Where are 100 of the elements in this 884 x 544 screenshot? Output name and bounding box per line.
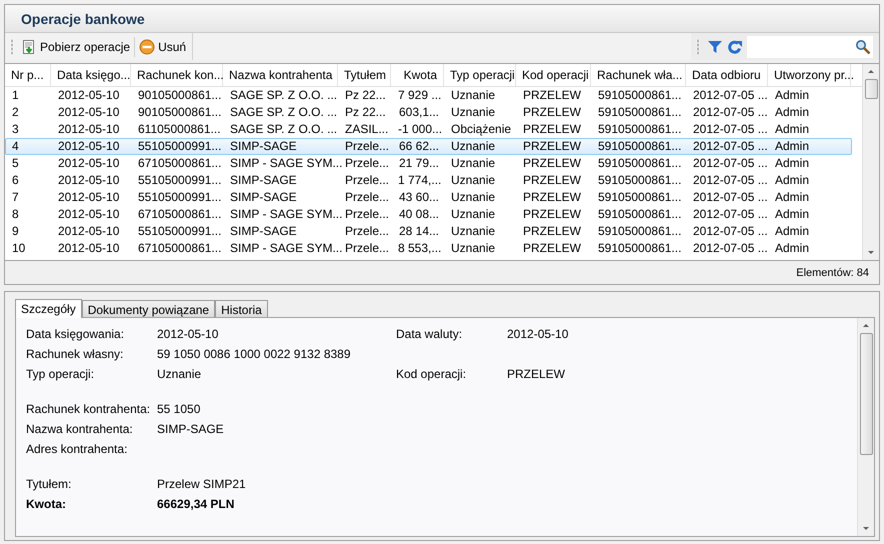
vertical-scrollbar[interactable] [857,318,874,536]
table-cell-text: 9 [11,224,20,239]
table-cell-text: 90105000861... [137,105,222,120]
field-value: 66629,34 PLN [157,497,234,511]
table-row[interactable]: 3 2012-05-10 61105000861... SAGE SP. Z O.O. ... ZASIL... -1 000... Obciążenie PRZELEW 59105000861... 2012-07-05 ... Admin [5,121,852,138]
column-header[interactable]: Rachunek kon... [131,64,223,86]
column-header[interactable]: Typ operacji [444,64,516,86]
table-cell-text: PRZELEW [522,224,582,239]
table-cell-text: Przele... [344,173,390,188]
tab[interactable]: Dokumenty powiązane [82,300,216,317]
table-cell-text: 2012-05-10 [57,88,120,103]
field-value: SIMP-SAGE [157,422,224,436]
search-field[interactable] [747,36,873,58]
field-label: Kwota: [26,497,67,511]
table-cell-text: Admin [774,207,810,222]
column-header[interactable]: Rachunek wła... [591,64,686,86]
table-cell-text: SIMP-SAGE [229,190,298,205]
minus-circle-icon [139,38,156,54]
table-row[interactable]: 7 2012-05-10 55105000991... SIMP-SAGE Przele... 43 60... Uznanie PRZELEW 59105000861... 2012-07-05 ... Admin [5,189,852,206]
selected-row-highlight[interactable]: 4 2012-05-10 55105000991... SIMP-SAGE Przele... 66 62... Uznanie PRZELEW 59105000861... 2012-07-05 ... Admin [5,138,852,155]
table-cell-text: Przele... [344,190,390,205]
delete-button[interactable]: Usuń [135,36,190,56]
vertical-scrollbar[interactable] [862,64,879,260]
table-cell-text: 55105000991... [137,224,222,239]
table-cell-text: SAGE SP. Z O.O. ... [229,122,338,137]
table-cell-text: 90105000861... [137,88,222,103]
table-cell-text: 59105000861... [597,122,682,137]
table-cell-text: 67105000861... [137,156,222,171]
field-value: Uznanie [157,367,202,381]
column-header[interactable]: Tytułem [338,64,391,86]
refresh-icon[interactable] [727,38,743,54]
table-row[interactable]: 8 2012-05-10 67105000861... SIMP - SAGE SYM... Przele... 40 08... Uznanie PRZELEW 59105000861... 2012-07-05 ... Admin [5,206,852,223]
table-cell-text: Uznanie [450,105,496,120]
table-cell-text: Pz 22... [344,88,387,103]
table-cell-text: Admin [774,88,810,103]
table-row[interactable]: 1 2012-05-10 90105000861... SAGE SP. Z O.O. ... Pz 22... 7 929 ... Uznanie PRZELEW 59105000861... 2012-07-05 ... Admin [5,87,852,104]
table-cell-text: 21 79... [398,156,440,171]
table-cell-text: 2012-07-05 ... [692,173,769,188]
field-value: PRZELEW [507,367,566,381]
table-row[interactable]: 10 2012-05-10 67105000861... SIMP - SAGE SYM... Przele... 8 553,... Uznanie PRZELEW 59105000861... 2012-07-05 ... Admin [5,240,852,257]
table-cell-text: PRZELEW [522,173,582,188]
table-cell-text: Admin [774,139,810,154]
tab[interactable]: Szczegóły [15,299,82,318]
table-row[interactable]: 5 2012-05-10 67105000861... SIMP - SAGE SYM... Przele... 21 79... Uznanie PRZELEW 59105000861... 2012-07-05 ... Admin [5,155,852,172]
table-cell-text: 2012-05-10 [57,139,120,154]
table-cell-text: Uznanie [450,241,496,256]
column-header[interactable]: Nazwa kontrahenta [223,64,338,86]
field-label: Rachunek kontrahenta: [26,402,152,416]
table-cell-text: SAGE SP. Z O.O. ... [229,105,338,120]
field-value: 2012-05-10 [507,327,568,341]
column-header[interactable]: Nr p... [5,64,51,86]
field-label: Tytułem: [26,477,72,491]
table-cell-text: Admin [774,241,810,256]
table-cell-text: Admin [774,122,810,137]
window-title: Operacje bankowe [21,10,145,26]
table-cell-text: 40 08... [398,207,440,222]
search-icon[interactable] [855,38,871,54]
table-cell-text: 61105000861... [137,122,222,137]
table-cell-text: 6 [11,173,20,188]
table-cell-text: SIMP-SAGE [229,139,298,154]
table-cell-text: 59105000861... [597,88,682,103]
table-row[interactable]: 6 2012-05-10 55105000991... SIMP-SAGE Przele... 1 774,... Uznanie PRZELEW 59105000861... 2012-07-05 ... Admin [5,172,852,189]
table-row[interactable]: 9 2012-05-10 55105000991... SIMP-SAGE Przele... 28 14... Uznanie PRZELEW 59105000861... 2012-07-05 ... Admin [5,223,852,240]
table-cell-text: 2012-05-10 [57,105,120,120]
column-header[interactable]: Data odbioru [686,64,768,86]
table-cell-text: Przele... [344,139,390,154]
table-cell-text: 8 553,... [397,241,442,256]
table-cell-text: 59105000861... [597,207,682,222]
table-cell-text: 55105000991... [137,173,222,188]
table-cell-text: 603,1... [398,105,440,120]
table-cell-text: 55105000991... [137,139,222,154]
field-label: Data waluty: [396,327,464,341]
table-cell-text: Admin [774,156,810,171]
table-cell-text: 59105000861... [597,224,682,239]
table-cell-text: 2012-07-05 ... [692,207,769,222]
field-value: 59 1050 0086 1000 0022 9132 8389 [157,347,351,361]
table-row[interactable]: 2 2012-05-10 90105000861... SAGE SP. Z O.O. ... Pz 22... 603,1... Uznanie PRZELEW 59105000861... 2012-07-05 ... Admin [5,104,852,121]
table-cell-text: Admin [774,105,810,120]
table-cell-text: 59105000861... [597,139,682,154]
filter-icon[interactable] [707,38,723,54]
column-header[interactable]: Utworzony pr... [768,64,851,86]
table-cell-text: 1 774,... [397,173,442,188]
table-cell-text: Uznanie [450,207,496,222]
table-cell-text: PRZELEW [522,241,582,256]
download-button[interactable]: Pobierz operacje [17,36,136,56]
table-cell-text: 2 [11,105,20,120]
field-label: Typ operacji: [26,367,96,381]
element-count: Elementów: 84 [796,266,869,278]
table-cell-text: SIMP-SAGE [229,173,298,188]
column-header[interactable]: Kwota [391,64,444,86]
table-cell-text: Uznanie [450,88,496,103]
field-value: Przelew SIMP21 [157,477,246,491]
table-cell-text: 2012-05-10 [57,190,120,205]
tab[interactable]: Historia [215,300,268,317]
table-cell-text: 2012-05-10 [57,173,120,188]
table-cell-text: 7 929 ... [397,88,442,103]
column-header[interactable]: Kod operacji [516,64,591,86]
column-header[interactable]: Data księgo... [51,64,131,86]
table-cell-text: 66 62... [398,139,440,154]
field-label: Nazwa kontrahenta: [26,422,134,436]
